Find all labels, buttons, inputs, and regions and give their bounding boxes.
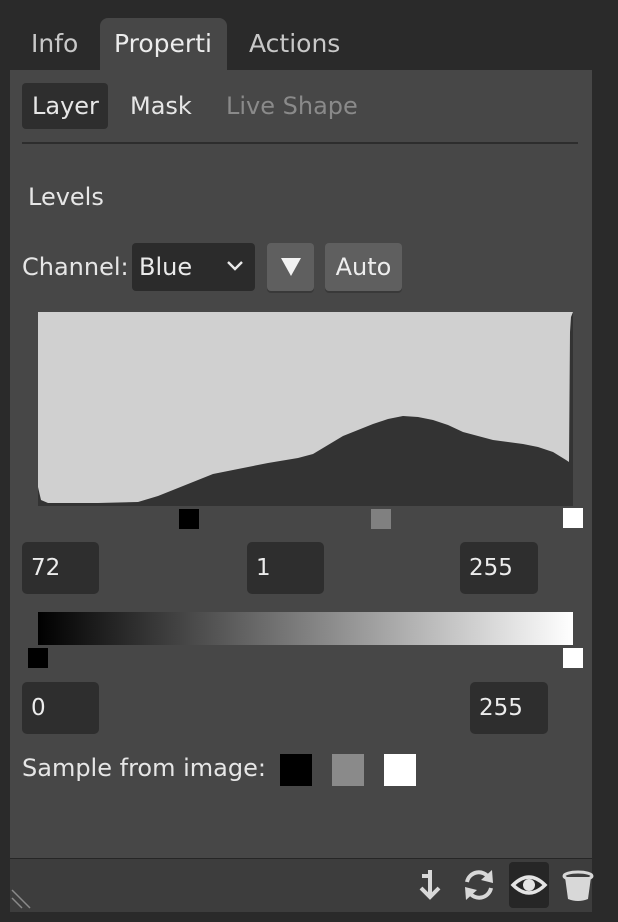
output-gradient xyxy=(38,612,573,645)
input-white-slider[interactable] xyxy=(563,508,583,528)
visibility-icon xyxy=(510,875,548,895)
reset-icon xyxy=(465,870,493,900)
clip-to-layer-button[interactable] xyxy=(410,862,450,908)
reset-button[interactable] xyxy=(459,862,499,908)
sample-white-eyedropper[interactable] xyxy=(384,754,416,786)
subtab-live-shape: Live Shape xyxy=(226,92,358,120)
sample-gray-eyedropper[interactable] xyxy=(332,754,364,786)
channel-select[interactable]: Blue xyxy=(132,243,255,291)
input-gamma-slider[interactable] xyxy=(371,509,391,529)
channel-dropdown-button[interactable] xyxy=(267,243,314,291)
tab-info[interactable]: Info xyxy=(22,18,100,70)
auto-button[interactable]: Auto xyxy=(325,243,402,291)
tab-actions[interactable]: Actions xyxy=(240,18,350,70)
histogram xyxy=(38,312,573,506)
channel-label: Channel: xyxy=(22,253,129,281)
input-black-field[interactable]: 72 xyxy=(22,542,99,594)
subtab-divider xyxy=(22,142,578,144)
tab-properties[interactable]: Properti xyxy=(100,18,227,70)
input-black-slider[interactable] xyxy=(179,509,199,529)
trash-icon xyxy=(562,870,594,901)
clip-to-layer-icon xyxy=(419,870,441,900)
output-white-slider[interactable] xyxy=(563,648,583,668)
input-white-field[interactable]: 255 xyxy=(460,542,538,594)
resize-grip-icon[interactable] xyxy=(10,888,32,910)
triangle-down-icon xyxy=(280,258,301,276)
subtab-mask[interactable]: Mask xyxy=(130,83,192,129)
section-title: Levels xyxy=(28,183,104,211)
channel-value: Blue xyxy=(139,253,193,281)
sample-black-eyedropper[interactable] xyxy=(280,754,312,786)
chevron-down-icon xyxy=(227,261,243,271)
subtab-layer[interactable]: Layer xyxy=(22,83,108,129)
input-gamma-field[interactable]: 1 xyxy=(247,542,324,594)
output-black-slider[interactable] xyxy=(28,648,48,668)
sample-label: Sample from image: xyxy=(22,754,266,782)
visibility-button[interactable] xyxy=(509,862,549,908)
delete-button[interactable] xyxy=(558,862,598,908)
output-white-field[interactable]: 255 xyxy=(470,682,548,734)
panel-footer xyxy=(10,858,592,912)
output-black-field[interactable]: 0 xyxy=(22,682,99,734)
